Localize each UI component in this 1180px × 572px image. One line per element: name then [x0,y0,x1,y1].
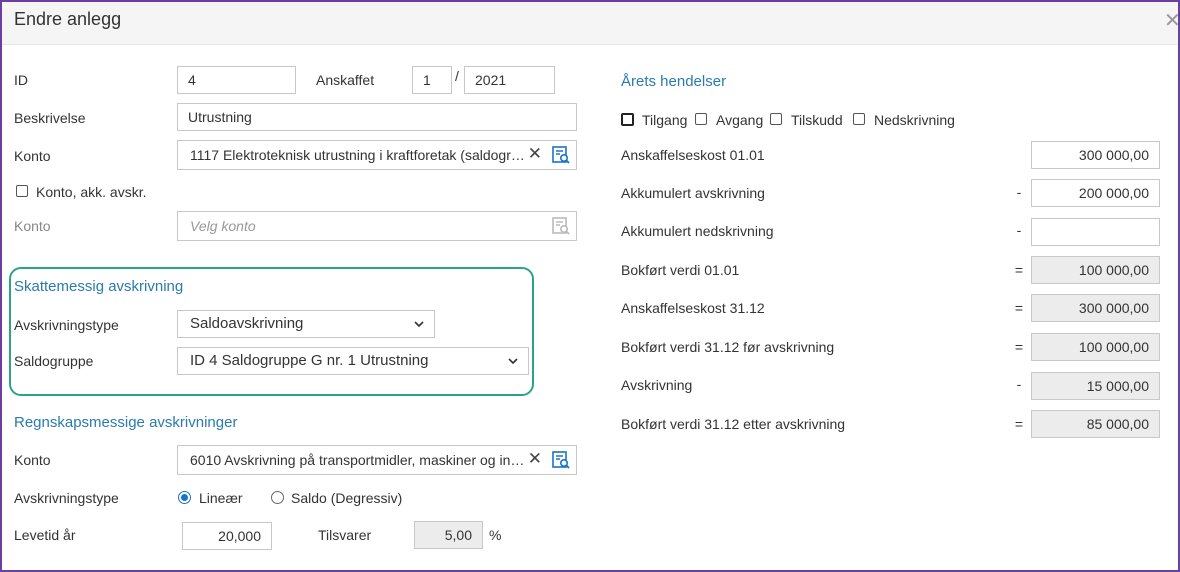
tax-section-title: Skattemessig avskrivning [14,278,184,295]
konto-account-value: 1117 Elektroteknisk utrustning i kraftfo… [190,147,530,163]
radio-saldo[interactable] [271,491,284,504]
edit-asset-dialog: Endre anlegg ✕ ID 4 Anskaffet 1 / 2021 B… [0,0,1180,572]
row-operator: - [1016,184,1022,200]
row-value-input[interactable]: 300 000,00 [1031,141,1160,169]
radio-linear-label: Lineær [199,490,243,506]
tilsvarer-value: 5,00 [414,521,483,549]
row-operator: - [1016,222,1022,238]
checkbox-tilgang-label: Tilgang [642,112,688,128]
saldogruppe-value: ID 4 Saldogruppe G nr. 1 Utrustning [190,352,429,369]
anskaffet-year-input[interactable]: 2021 [464,66,555,94]
anskaffet-month-input[interactable]: 1 [412,66,452,94]
row-label: Bokført verdi 01.01 [621,262,740,278]
row-label: Akkumulert avskrivning [621,185,765,201]
accounting-konto-label: Konto [14,452,51,468]
accounting-konto-value: 6010 Avskrivning på transportmidler, mas… [190,452,530,468]
konto2-account-field[interactable]: Velg konto [177,211,577,241]
akk-avskr-checkbox[interactable] [16,185,28,197]
clear-x-icon[interactable]: ✕ [528,144,542,164]
id-input[interactable]: 4 [177,66,296,94]
row-operator: = [1014,339,1024,355]
row-value-readonly: 85 000,00 [1031,410,1160,438]
levetid-input[interactable]: 20,000 [182,522,272,550]
account-lookup-icon[interactable] [552,217,570,235]
saldogruppe-label: Saldogruppe [14,353,94,369]
konto2-label: Konto [14,218,51,234]
row-value-input[interactable] [1031,218,1160,246]
saldogruppe-select[interactable]: ID 4 Saldogruppe G nr. 1 Utrustning [177,347,529,375]
accounting-konto-field[interactable]: 6010 Avskrivning på transportmidler, mas… [177,445,577,475]
percent-sign: % [489,527,502,543]
row-value-readonly: 100 000,00 [1031,256,1160,284]
row-value-readonly: 15 000,00 [1031,372,1160,400]
accounting-section-title: Regnskapsmessige avskrivninger [14,414,238,431]
akk-avskr-label: Konto, akk. avskr. [36,184,147,200]
account-lookup-icon[interactable] [552,146,570,164]
row-operator: = [1014,300,1024,316]
id-label: ID [14,72,28,88]
tax-type-value: Saldoavskrivning [190,315,304,332]
row-operator: = [1014,262,1024,278]
tilsvarer-label: Tilsvarer [318,527,372,543]
row-label: Bokført verdi 31.12 etter avskrivning [621,416,846,432]
checkbox-nedskrivning-label: Nedskrivning [874,112,955,128]
konto2-placeholder: Velg konto [190,218,256,234]
clear-x-icon[interactable]: ✕ [528,449,542,469]
row-label: Anskaffelseskost 01.01 [621,147,765,163]
beskrivelse-label: Beskrivelse [14,110,86,126]
checkbox-tilskudd-label: Tilskudd [791,112,843,128]
checkbox-tilgang[interactable] [621,113,634,126]
dialog-titlebar: Endre anlegg ✕ [2,2,1178,45]
date-separator: / [455,68,459,84]
chevron-down-icon [414,321,424,328]
account-lookup-icon[interactable] [552,451,570,469]
radio-linear[interactable] [178,491,191,504]
row-operator: = [1014,416,1024,432]
checkbox-nedskrivning[interactable] [853,113,865,125]
beskrivelse-input[interactable]: Utrustning [177,103,577,131]
accounting-type-label: Avskrivningstype [14,490,119,506]
close-icon[interactable]: ✕ [1164,8,1178,33]
konto-account-field[interactable]: 1117 Elektroteknisk utrustning i kraftfo… [177,140,577,170]
anskaffet-label: Anskaffet [316,72,375,88]
row-operator: - [1016,376,1022,392]
tax-type-label: Avskrivningstype [14,317,119,333]
checkbox-avgang-label: Avgang [716,112,764,128]
row-label: Avskrivning [621,377,693,393]
checkbox-avgang[interactable] [695,113,707,125]
radio-saldo-label: Saldo (Degressiv) [291,490,403,506]
row-label: Bokført verdi 31.12 før avskrivning [621,339,835,355]
row-value-readonly: 100 000,00 [1031,333,1160,361]
row-value-input[interactable]: 200 000,00 [1031,179,1160,207]
row-label: Akkumulert nedskrivning [621,223,774,239]
row-value-readonly: 300 000,00 [1031,294,1160,322]
dialog-title: Endre anlegg [14,9,122,29]
tax-type-select[interactable]: Saldoavskrivning [177,310,435,338]
konto-label: Konto [14,148,51,164]
row-label: Anskaffelseskost 31.12 [621,300,765,316]
checkbox-tilskudd[interactable] [770,113,782,125]
levetid-label: Levetid år [14,527,76,543]
chevron-down-icon [508,358,518,365]
events-section-title: Årets hendelser [621,73,727,90]
